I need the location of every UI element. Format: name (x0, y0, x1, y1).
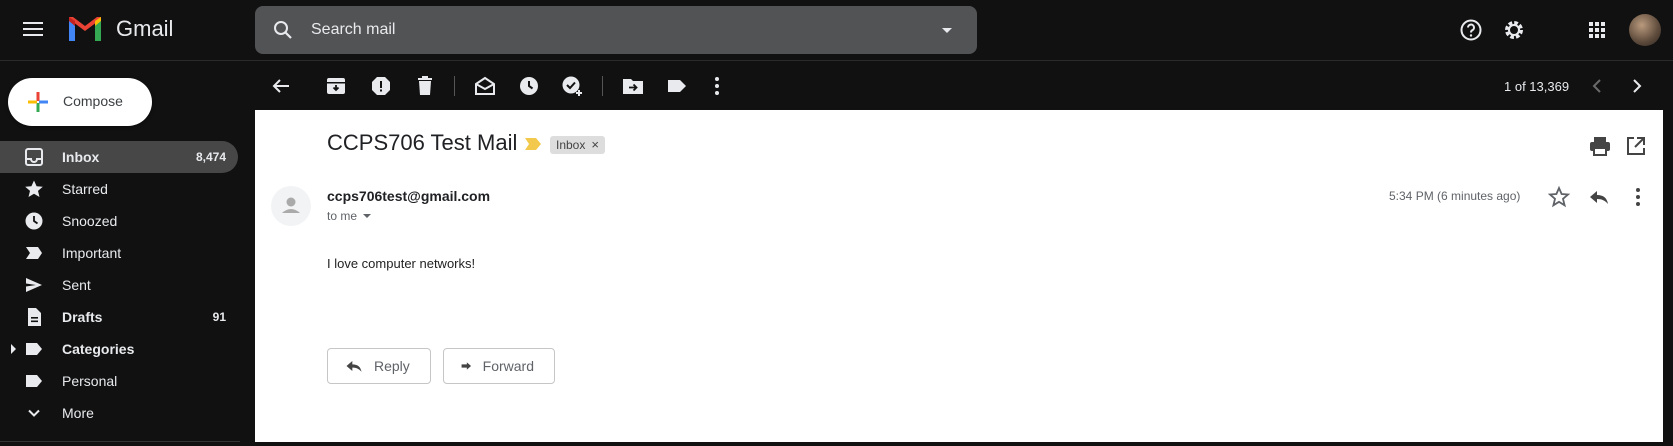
more-vert-icon[interactable] (705, 74, 729, 98)
sidebar-item-label: More (62, 405, 94, 421)
sidebar-nav: Inbox 8,474 Starred Snoozed Important Se… (0, 141, 240, 429)
expand-caret-icon[interactable] (11, 344, 16, 354)
sidebar-item-snoozed[interactable]: Snoozed (0, 205, 238, 237)
sidebar-item-categories[interactable]: Categories (0, 333, 238, 365)
sidebar-item-label: Drafts (62, 309, 103, 325)
sidebar-item-personal[interactable]: Personal (0, 365, 238, 397)
inbox-icon (25, 148, 43, 166)
label-chip-text: Inbox (556, 138, 586, 152)
sidebar-item-drafts[interactable]: Drafts 91 (0, 301, 238, 333)
chevron-down-icon (28, 409, 40, 417)
pagination-text: 1 of 13,369 (1504, 79, 1570, 94)
report-spam-icon[interactable] (369, 74, 393, 98)
delete-icon[interactable] (413, 74, 437, 98)
compose-label: Compose (63, 93, 123, 109)
inbox-label-chip: Inbox × (550, 136, 605, 154)
recipient-text: to me (327, 209, 358, 223)
message-subject: CCPS706 Test Mail (327, 130, 518, 155)
sidebar-item-label: Sent (62, 277, 91, 293)
top-app-bar: Gmail (0, 0, 1673, 60)
send-icon (26, 278, 42, 292)
snooze-icon (25, 212, 43, 230)
forward-icon (461, 362, 472, 370)
sidebar-item-inbox[interactable]: Inbox 8,474 (0, 141, 238, 173)
sidebar-item-label: Snoozed (62, 213, 118, 229)
sidebar-item-label: Personal (62, 373, 118, 389)
sidebar-item-more[interactable]: More (0, 397, 238, 429)
label-icon (26, 375, 42, 387)
add-to-tasks-icon[interactable] (560, 74, 584, 98)
default-person-icon (282, 197, 300, 213)
search-input[interactable] (311, 6, 911, 54)
more-vert-icon[interactable] (1626, 185, 1650, 209)
label-icon (26, 343, 42, 355)
draft-count: 91 (212, 310, 226, 324)
mark-unread-icon[interactable] (473, 74, 497, 98)
reply-label: Reply (374, 358, 410, 374)
recipient-details-toggle[interactable]: to me (327, 209, 372, 223)
menu-icon (23, 22, 43, 24)
sidebar-divider (0, 441, 240, 442)
unread-count: 8,474 (195, 150, 226, 164)
search-options-icon[interactable] (935, 18, 959, 42)
move-to-icon[interactable] (621, 74, 645, 98)
caret-down-icon (363, 214, 372, 218)
draft-icon (28, 308, 41, 326)
snooze-icon[interactable] (517, 74, 541, 98)
search-bar[interactable] (255, 6, 977, 54)
importance-marker-icon[interactable] (524, 137, 542, 151)
compose-button[interactable]: Compose (8, 78, 152, 126)
account-avatar[interactable] (1629, 14, 1661, 46)
star-icon (25, 180, 43, 197)
toolbar-separator (602, 76, 603, 96)
search-icon[interactable] (271, 18, 295, 42)
main-menu-button[interactable] (20, 18, 46, 42)
apps-icon[interactable] (1583, 16, 1611, 44)
sidebar-item-label: Categories (62, 341, 135, 357)
gear-icon[interactable] (1500, 16, 1528, 44)
sidebar-item-starred[interactable]: Starred (0, 173, 238, 205)
sidebar-item-label: Inbox (62, 149, 100, 165)
important-icon (26, 247, 42, 259)
print-icon[interactable] (1588, 134, 1612, 158)
message-body: I love computer networks! (327, 256, 476, 271)
message-pane: CCPS706 Test Mail Inbox × ccps706test@gm… (255, 110, 1663, 442)
gmail-logo-icon[interactable] (66, 15, 104, 43)
forward-button[interactable]: Forward (443, 348, 555, 384)
archive-icon[interactable] (324, 74, 348, 98)
header-divider (0, 60, 1673, 61)
toolbar-separator (454, 76, 455, 96)
sender-avatar[interactable] (271, 186, 311, 226)
reply-icon[interactable] (1587, 185, 1611, 209)
sender-email: ccps706test@gmail.com (327, 188, 491, 204)
sidebar-item-label: Important (62, 245, 122, 261)
message-timestamp: 5:34 PM (6 minutes ago) (1389, 189, 1521, 203)
star-icon[interactable] (1547, 185, 1571, 209)
help-icon[interactable] (1457, 16, 1485, 44)
chevron-right-icon[interactable] (1625, 74, 1649, 98)
back-arrow-icon[interactable] (269, 74, 293, 98)
sidebar-item-important[interactable]: Important (0, 237, 238, 269)
sidebar-item-sent[interactable]: Sent (0, 269, 238, 301)
compose-plus-icon (28, 92, 48, 112)
remove-label-button[interactable]: × (591, 136, 599, 154)
open-in-new-window-icon[interactable] (1624, 134, 1648, 158)
label-icon[interactable] (665, 74, 689, 98)
chevron-left-icon[interactable] (1585, 74, 1609, 98)
reply-icon (346, 361, 362, 372)
forward-label: Forward (482, 358, 534, 374)
gmail-brand-text: Gmail (116, 16, 174, 41)
reply-button[interactable]: Reply (327, 348, 431, 384)
sidebar-item-label: Starred (62, 181, 108, 197)
